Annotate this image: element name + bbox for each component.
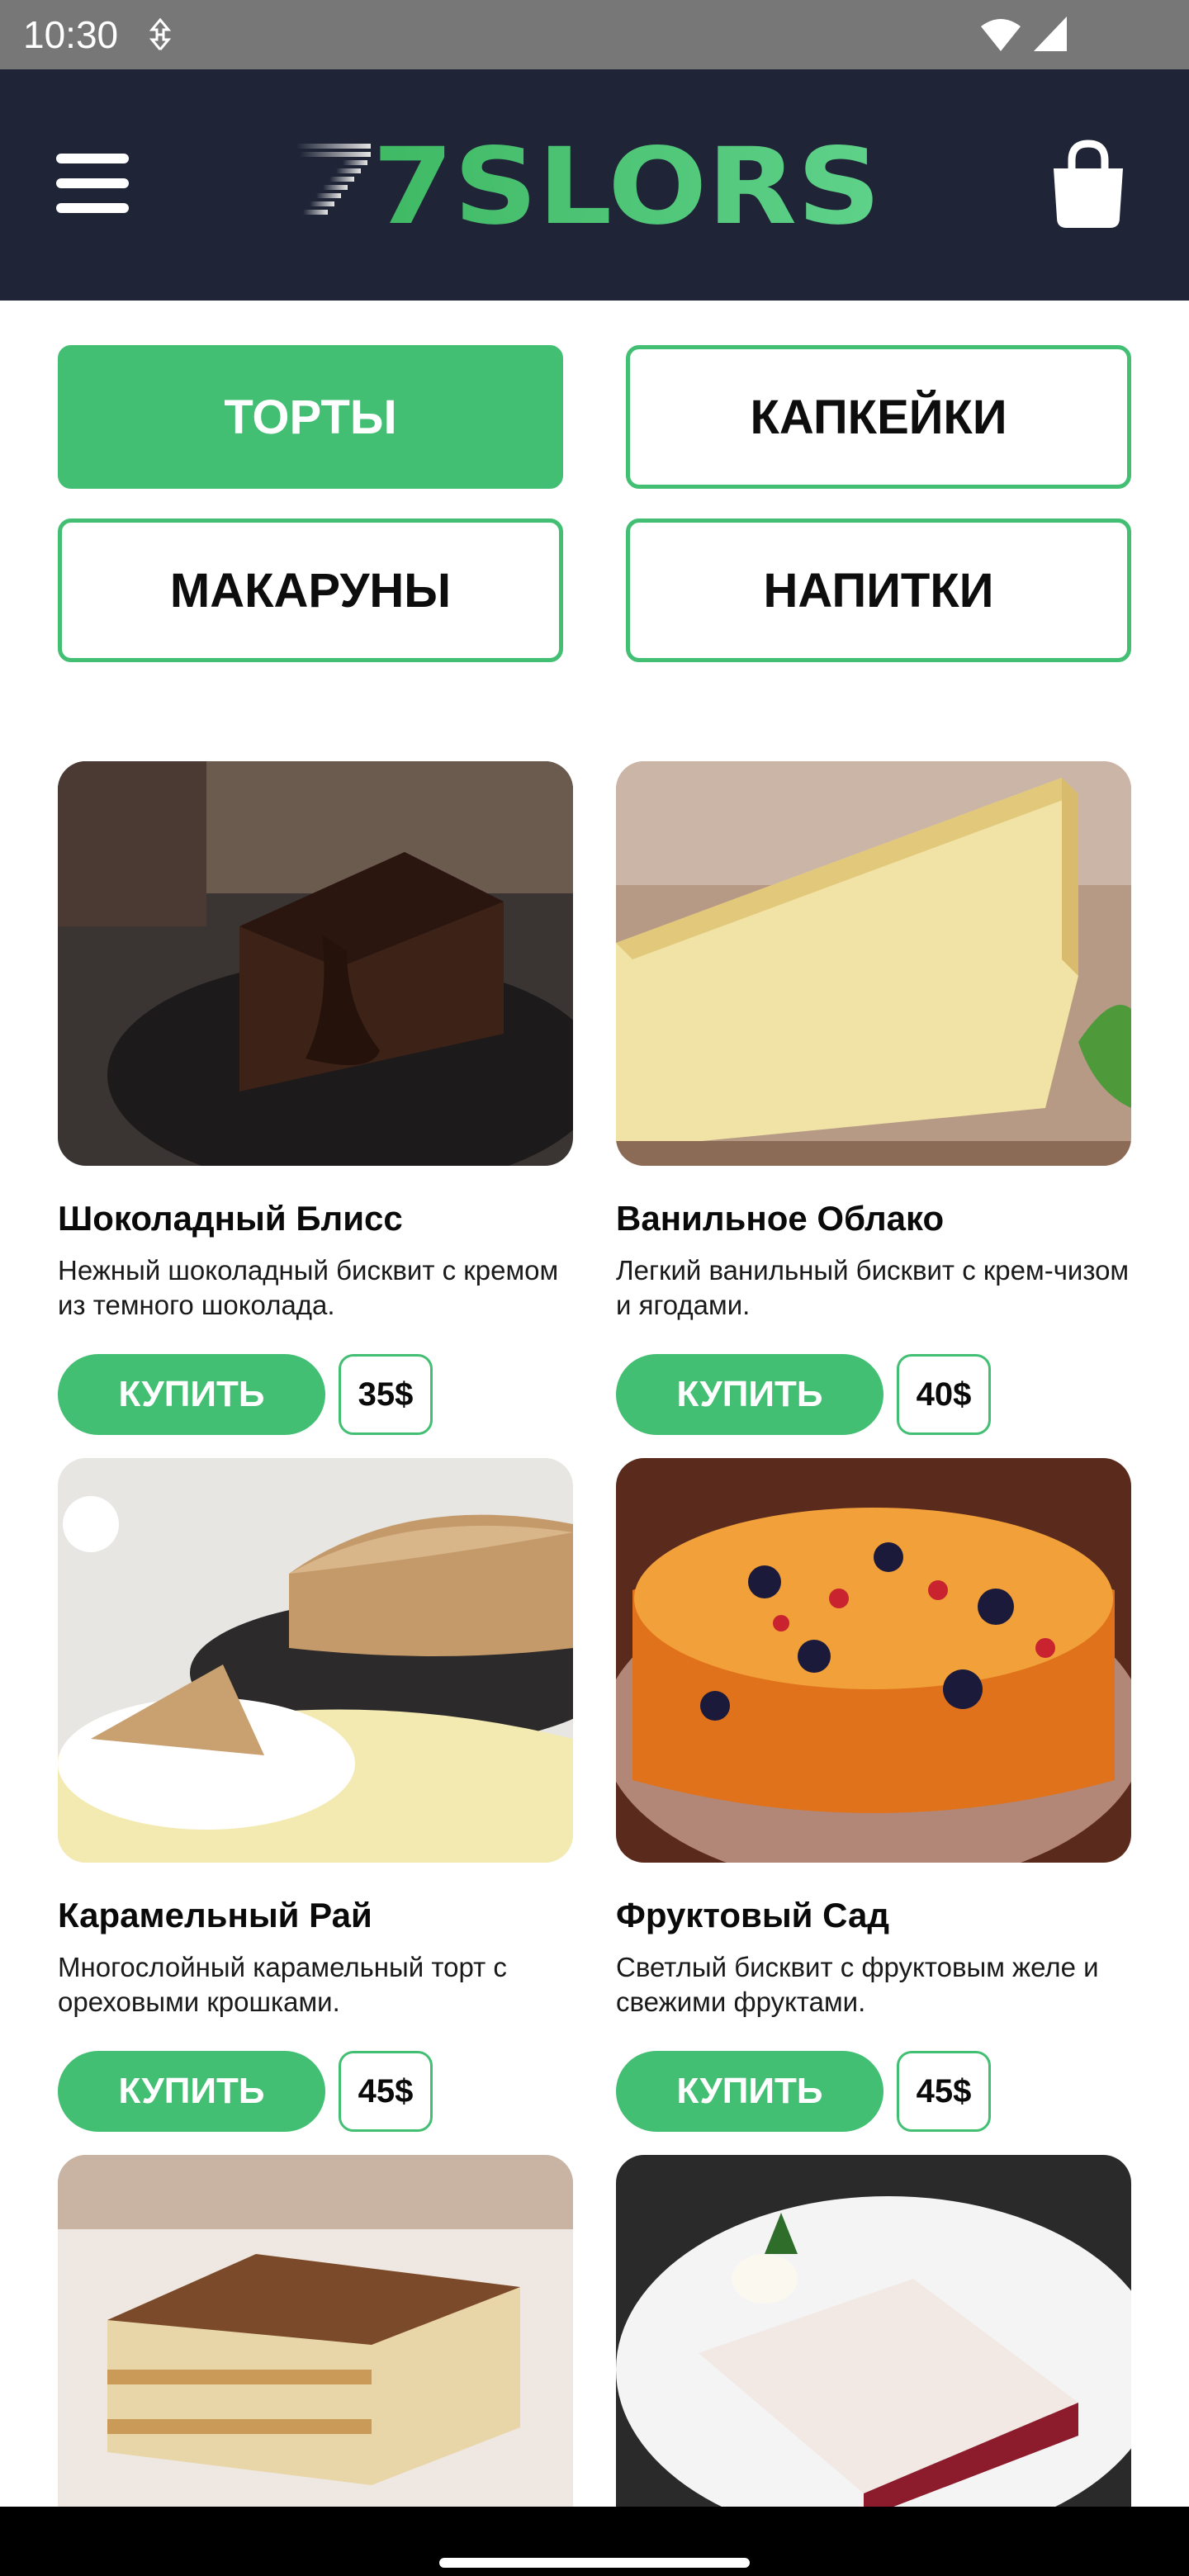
buy-button[interactable]: КУПИТЬ (58, 1354, 325, 1435)
signal-icon (1034, 17, 1067, 51)
product-image-vanilla-cake[interactable] (616, 761, 1131, 1166)
buy-button[interactable]: КУПИТЬ (58, 2051, 325, 2132)
product-title: Шоколадный Блисс (58, 1199, 403, 1238)
status-time: 10:30 (23, 13, 119, 56)
hamburger-menu-icon[interactable] (56, 154, 132, 213)
product-image-fruit-cake[interactable] (616, 1458, 1131, 1863)
wifi-icon (981, 19, 1021, 51)
logo-text: 7SLORS (372, 139, 881, 230)
status-bar: 10:30 (0, 0, 1189, 69)
home-gesture-handle[interactable] (439, 2558, 750, 2568)
product-description: Нежный шоколадный бисквит с кремом из те… (58, 1255, 559, 1320)
product-description: Многослойный карамельный торт с ореховым… (58, 1952, 507, 2017)
brand-logo: 7SLORS (296, 139, 881, 230)
shopping-bag-icon[interactable] (1047, 139, 1130, 231)
product-image-tiramisu[interactable] (58, 2155, 573, 2518)
buy-button[interactable]: КУПИТЬ (616, 1354, 883, 1435)
category-tab-macarons[interactable]: МАКАРУНЫ (58, 519, 563, 662)
category-tab-cakes[interactable]: ТОРТЫ (58, 345, 563, 489)
price-badge: 45$ (339, 2051, 433, 2132)
product-image-caramel-cake[interactable] (58, 1458, 573, 1863)
buy-button[interactable]: КУПИТЬ (616, 2051, 883, 2132)
price-badge: 45$ (897, 2051, 991, 2132)
product-description: Светлый бисквит с фруктовым желе и свежи… (616, 1952, 1099, 2017)
product-title: Ванильное Облако (616, 1199, 945, 1238)
category-tab-cupcakes[interactable]: КАПКЕЙКИ (626, 345, 1131, 489)
price-badge: 40$ (897, 1354, 991, 1435)
price-badge: 35$ (339, 1354, 433, 1435)
product-title: Фруктовый Сад (616, 1896, 890, 1934)
category-tab-drinks[interactable]: НАПИТКИ (626, 519, 1131, 662)
product-image-chocolate-cake[interactable] (58, 761, 573, 1166)
product-title: Карамельный Рай (58, 1896, 372, 1934)
product-description: Легкий ванильный бисквит с крем-чизом и … (616, 1255, 1130, 1320)
data-saver-icon (149, 18, 172, 50)
product-image-berry-strudel[interactable] (616, 2155, 1131, 2518)
